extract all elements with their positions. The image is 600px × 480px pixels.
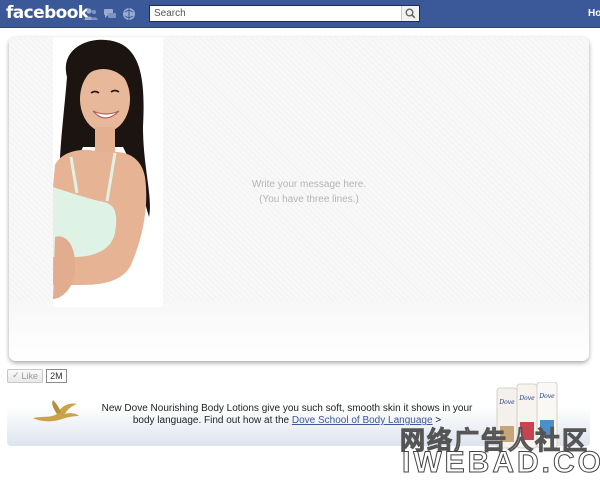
search-input[interactable]	[150, 6, 400, 21]
notifications-icon[interactable]	[122, 7, 136, 21]
svg-text:Dove: Dove	[518, 395, 535, 402]
home-link[interactable]: Ho	[588, 8, 600, 19]
message-placeholder[interactable]: Write your message here. (You have three…	[159, 177, 459, 207]
friends-icon[interactable]	[84, 7, 98, 21]
facebook-logo[interactable]: facebook	[6, 3, 89, 23]
dove-bird-icon	[33, 400, 79, 422]
like-count: 2M	[46, 368, 67, 383]
messages-icon[interactable]	[103, 7, 117, 21]
facebook-top-bar: facebook Ho	[0, 0, 600, 28]
search-box	[149, 5, 420, 22]
search-button[interactable]	[401, 6, 419, 21]
jewel-bar	[84, 7, 136, 21]
like-button-label: Like	[21, 370, 39, 381]
canvas-bottom-fade	[9, 301, 589, 361]
like-button[interactable]: ✓ Like	[7, 368, 44, 383]
search-icon	[405, 8, 416, 19]
message-canvas: Write your message here. (You have three…	[9, 37, 589, 361]
checkmark-icon: ✓	[12, 370, 20, 380]
message-line-1: Write your message here.	[251, 179, 367, 190]
smiling-woman-image	[53, 37, 163, 307]
like-row: ✓ Like 2M	[7, 368, 67, 383]
svg-text:Dove: Dove	[538, 393, 555, 400]
message-line-2: (You have three lines.)	[259, 194, 359, 205]
svg-text:Dove: Dove	[498, 399, 515, 406]
